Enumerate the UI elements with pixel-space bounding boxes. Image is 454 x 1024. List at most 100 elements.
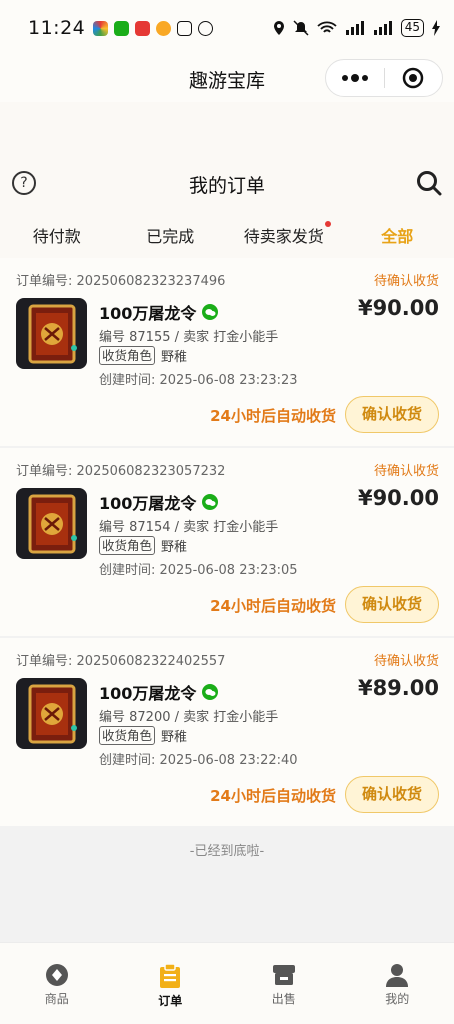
receiver-role: 收货角色 野稚 [99,536,187,555]
search-icon[interactable] [416,170,442,196]
confirm-receipt-button[interactable]: 确认收货 [345,776,439,813]
order-card[interactable]: 订单编号: 202506082323057232 待确认收货 100万屠龙令 ¥… [0,448,454,636]
order-card[interactable]: 订单编号: 202506082322402557 待确认收货 100万屠龙令 ¥… [0,638,454,826]
product-name: 100万屠龙令 [99,490,219,514]
tabbar-item-products[interactable]: 商品 [0,943,114,1024]
created-time: 创建时间: 2025-06-08 23:22:40 [99,753,298,768]
product-name: 100万屠龙令 [99,300,219,324]
user-icon [386,964,409,987]
notification-icons [93,20,214,36]
status-right: 45 [273,19,440,37]
tab-awaiting-shipment[interactable]: 待卖家发货 [227,221,341,247]
created-time: 创建时间: 2025-06-08 23:23:23 [99,373,298,388]
price: ¥90.00 [357,486,439,510]
token-image-icon [28,684,77,744]
clipboard-icon [160,963,181,988]
navigation-bar: 趣游宝库 [0,56,454,102]
wechat-icon [202,684,219,700]
order-list: 订单编号: 202506082323237496 待确认收货 100万屠龙令 ¥… [0,258,454,828]
product-title: 100万屠龙令 [99,684,197,703]
role-name: 野稚 [161,730,188,745]
order-number-label: 订单编号: [16,464,73,479]
item-meta: 编号 87154 / 卖家 打金小能手 [99,520,279,535]
weibo-notification-icon [156,20,172,36]
mini-program-capsule [325,59,443,97]
target-icon [403,67,424,89]
created-time: 创建时间: 2025-06-08 23:23:05 [99,563,298,578]
bottom-tab-bar: 商品 订单 出售 我的 [0,942,454,1024]
tab-completed[interactable]: 已完成 [114,223,228,247]
wechat-notification-icon [114,20,130,36]
role-tag: 收货角色 [99,346,156,365]
signal-icon [345,21,364,35]
app-title: 趣游宝库 [188,69,265,92]
battery-indicator: 45 [400,19,424,37]
tab-pending-payment[interactable]: 待付款 [0,223,114,247]
product-title: 100万屠龙令 [99,304,197,323]
page-title: 我的订单 [188,174,265,197]
product-thumbnail[interactable] [16,488,87,559]
receiver-role: 收货角色 野稚 [99,346,187,365]
location-icon [273,21,284,35]
auto-receive-notice: 24小时后自动收货 [210,787,336,805]
tab-label: 待卖家发货 [243,227,324,246]
order-number-value: 202506082322402557 [76,654,226,669]
unread-dot [324,221,331,227]
order-number: 订单编号: 202506082322402557 [16,650,225,669]
wifi-icon [317,21,337,33]
role-name: 野稚 [161,350,188,365]
product-name: 100万屠龙令 [99,680,219,704]
receiver-role: 收货角色 野稚 [99,726,187,745]
orders-header: ? 我的订单 待付款 已完成 待卖家发货 全部 [0,102,454,258]
signal-2-icon [373,21,392,35]
order-status: 待确认收货 [373,274,439,289]
more-button[interactable] [326,60,384,96]
product-thumbnail[interactable] [16,298,87,369]
help-icon[interactable]: ? [12,171,36,195]
order-status: 待确认收货 [373,654,439,669]
more-dots-icon [341,74,368,82]
tabbar-label: 出售 [271,992,296,1006]
diamond-icon [45,964,68,986]
auto-receive-notice: 24小时后自动收货 [210,407,336,425]
wechat-icon [202,494,219,510]
product-title: 100万屠龙令 [99,494,197,513]
tabbar-label: 商品 [44,992,69,1006]
price: ¥90.00 [357,296,439,320]
status-time: 11:24 [28,17,86,39]
mute-icon [293,20,309,36]
nfc-icon [177,20,193,36]
confirm-receipt-button[interactable]: 确认收货 [345,396,439,433]
item-meta: 编号 87200 / 卖家 打金小能手 [99,710,279,725]
tabbar-label: 订单 [158,994,183,1008]
store-icon [272,965,295,985]
order-number-value: 202506082323237496 [76,274,226,289]
order-card[interactable]: 订单编号: 202506082323237496 待确认收货 100万屠龙令 ¥… [0,258,454,446]
tab-label: 已完成 [146,227,195,246]
wechat-icon [202,304,219,320]
tab-all[interactable]: 全部 [341,223,454,247]
tab-label: 待付款 [32,227,81,246]
token-image-icon [28,304,77,364]
orders-title-row: ? 我的订单 [0,162,454,206]
tabbar-item-sell[interactable]: 出售 [227,943,341,1024]
order-status: 待确认收货 [373,464,439,479]
news-notification-icon [135,20,151,36]
item-meta: 编号 87155 / 卖家 打金小能手 [99,330,279,345]
tabbar-item-orders[interactable]: 订单 [114,943,228,1024]
tabbar-label: 我的 [385,992,410,1006]
close-mini-program-button[interactable] [385,60,443,96]
app-notification-icon [93,20,109,36]
auto-receive-notice: 24小时后自动收货 [210,597,336,615]
order-number-label: 订单编号: [16,274,73,289]
role-tag: 收货角色 [99,726,156,745]
order-number: 订单编号: 202506082323237496 [16,270,225,289]
alarm-icon [198,20,214,36]
confirm-receipt-button[interactable]: 确认收货 [345,586,439,623]
charging-icon [432,20,440,36]
order-number-value: 202506082323057232 [76,464,226,479]
role-tag: 收货角色 [99,536,156,555]
tabbar-item-me[interactable]: 我的 [341,943,454,1024]
product-thumbnail[interactable] [16,678,87,749]
order-number: 订单编号: 202506082323057232 [16,460,225,479]
